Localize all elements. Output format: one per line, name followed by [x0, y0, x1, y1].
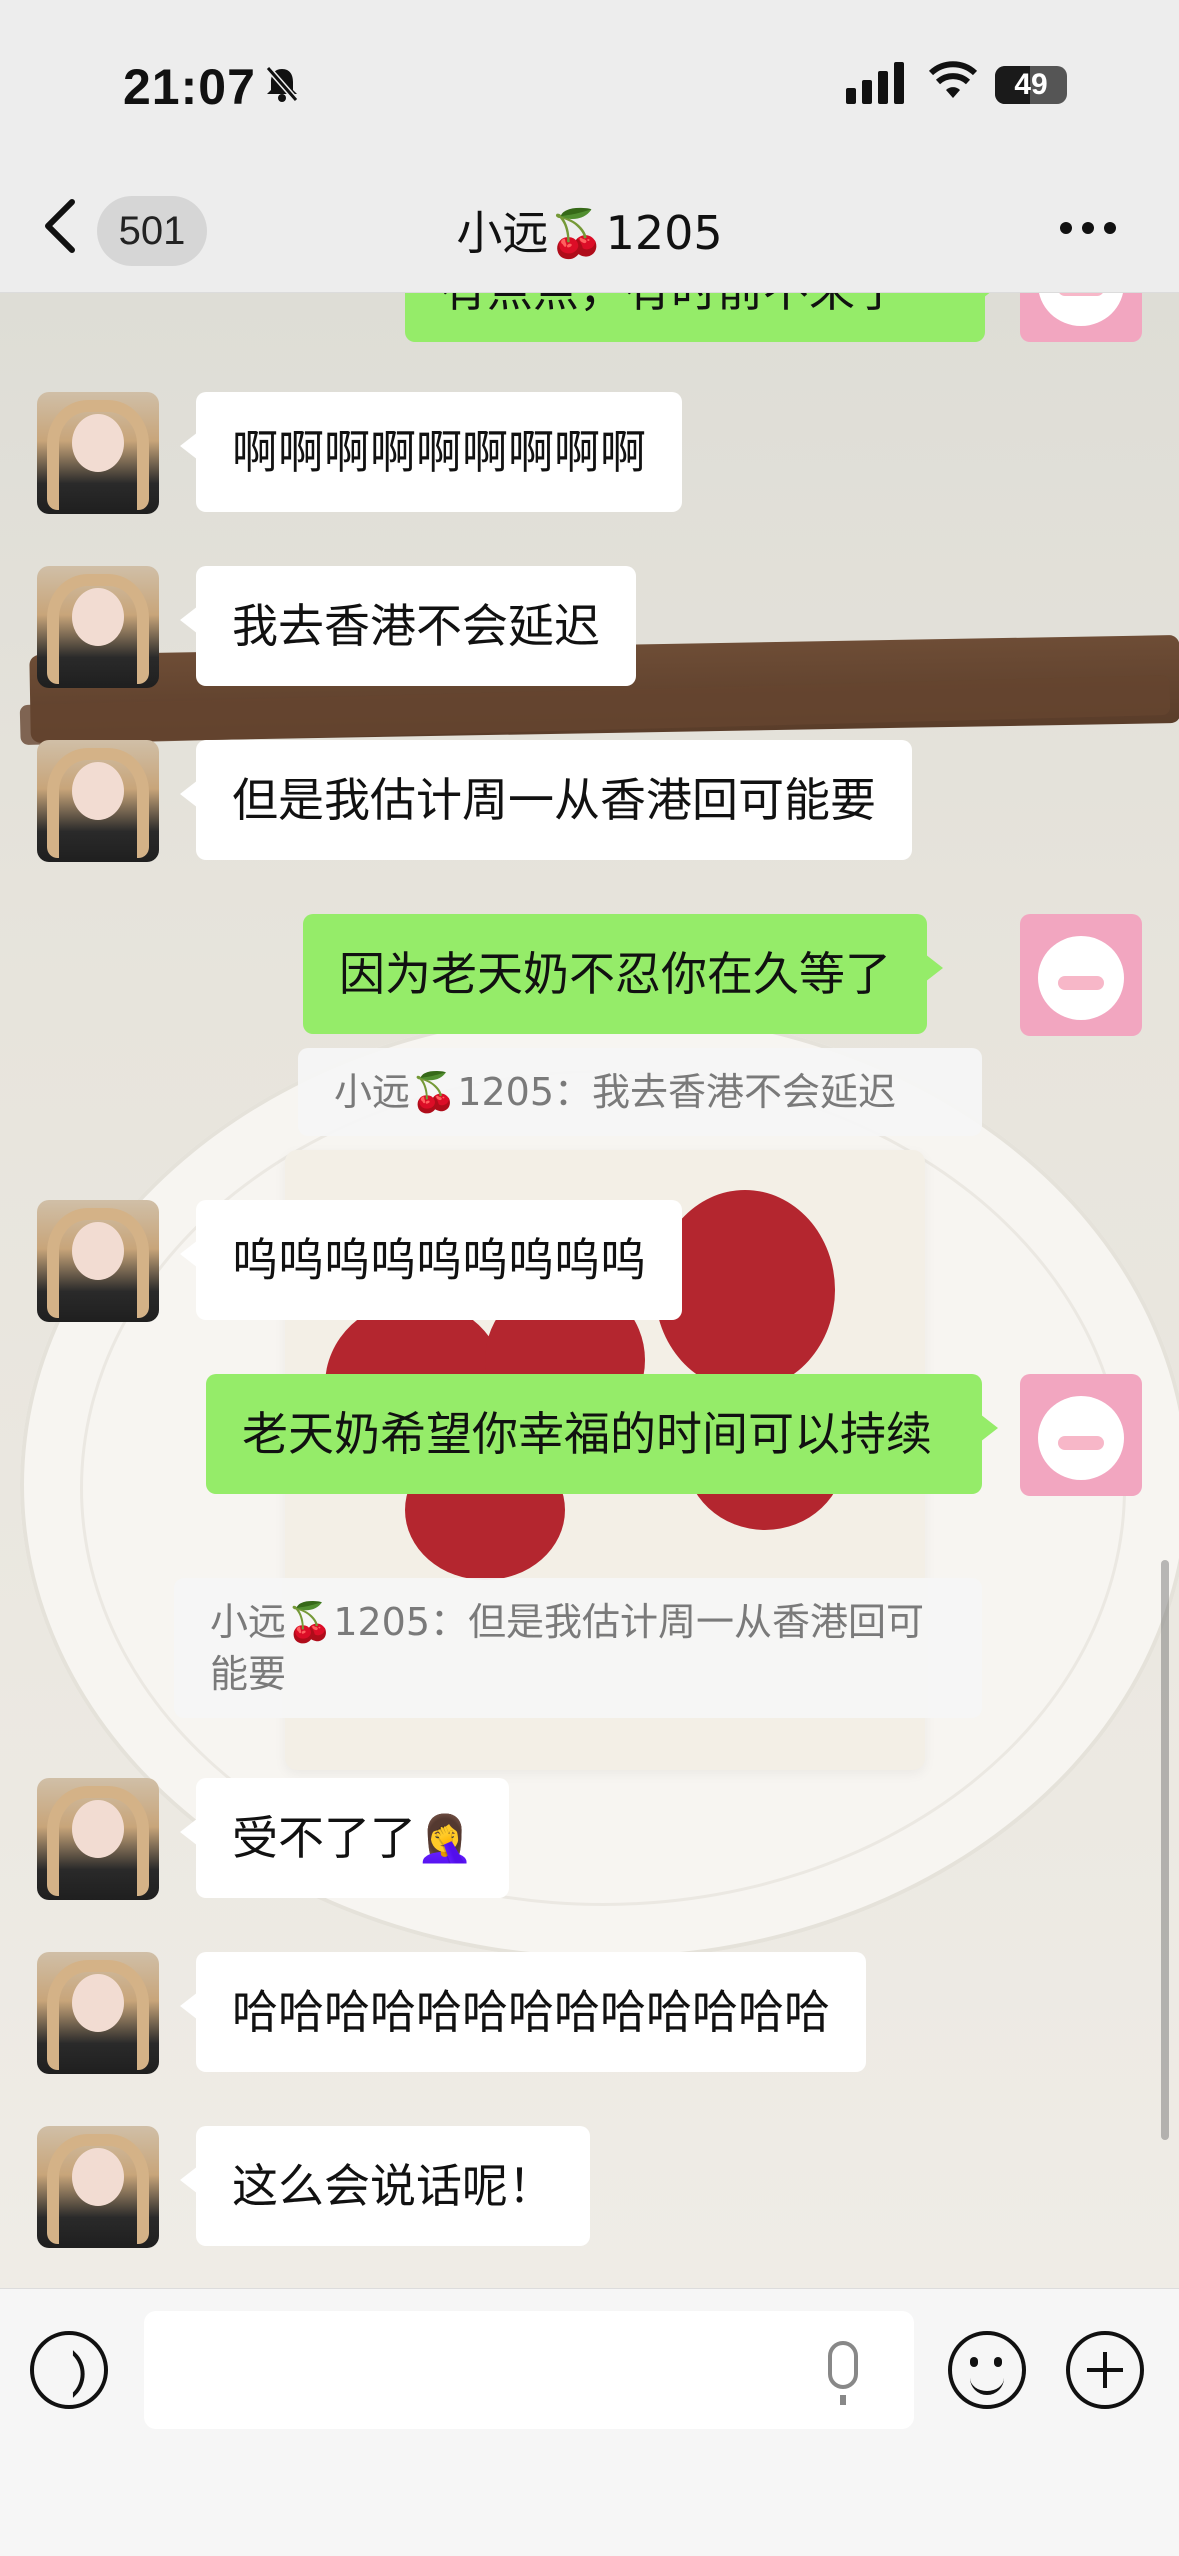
wifi-icon	[928, 61, 978, 98]
message-text: 老天奶希望你幸福的时间可以持续	[242, 1407, 932, 1461]
quoted-text: 小远🍒1205：但是我估计周一从香港回可能要	[210, 1600, 925, 1696]
more-button[interactable]	[1060, 222, 1120, 242]
quoted-message[interactable]: 小远🍒1205：我去香港不会延迟	[298, 1048, 982, 1136]
battery-icon: 49	[995, 66, 1067, 104]
my-avatar[interactable]	[1020, 1374, 1142, 1496]
message-text: 这么会说话呢！	[232, 2159, 554, 2213]
message-bubble-incoming[interactable]: 但是我估计周一从香港回可能要	[180, 740, 912, 860]
battery-percent: 49	[1014, 68, 1048, 101]
contact-avatar[interactable]	[37, 1200, 159, 1322]
contact-avatar[interactable]	[37, 1952, 159, 2074]
message-bubble-incoming[interactable]: 这么会说话呢！	[180, 2126, 590, 2246]
message-text: 受不了了🤦‍♀️	[232, 1811, 474, 1865]
chat-screen: 21:07 49 501 小远🍒1205 啊啊啊啊啊啊啊啊啊 我去香港不会延迟 …	[0, 0, 1179, 2556]
message-bubble-incoming[interactable]: 啊啊啊啊啊啊啊啊啊	[180, 392, 682, 512]
quoted-text: 小远🍒1205：我去香港不会延迟	[334, 1070, 897, 1114]
chat-title: 小远🍒1205	[456, 206, 723, 260]
message-text: 呜呜呜呜呜呜呜呜呜	[232, 1233, 646, 1287]
message-text: 我去香港不会延迟	[232, 599, 600, 653]
my-avatar[interactable]	[1020, 914, 1142, 1036]
contact-avatar[interactable]	[37, 740, 159, 862]
contact-avatar[interactable]	[37, 1778, 159, 1900]
message-text: 哈哈哈哈哈哈哈哈哈哈哈哈哈	[232, 1985, 830, 2039]
bell-muted-icon	[265, 66, 299, 102]
message-bubble-incoming[interactable]: 呜呜呜呜呜呜呜呜呜	[180, 1200, 682, 1320]
contact-avatar[interactable]	[37, 566, 159, 688]
quoted-message[interactable]: 小远🍒1205：但是我估计周一从香港回可能要	[174, 1578, 982, 1718]
emoji-button[interactable]	[948, 2331, 1026, 2409]
message-text: 因为老天奶不忍你在久等了	[339, 947, 891, 1001]
chat-nav-bar-cover: 501 小远🍒1205	[0, 170, 1179, 293]
more-dots-icon	[1060, 222, 1072, 234]
contact-avatar[interactable]	[37, 392, 159, 514]
message-input-bar	[0, 2288, 1179, 2556]
microphone-icon[interactable]	[828, 2341, 858, 2405]
status-time: 21:07	[123, 59, 256, 115]
status-bar: 21:07 49	[0, 0, 1179, 170]
message-input[interactable]	[144, 2311, 914, 2429]
message-bubble-outgoing[interactable]: 因为老天奶不忍你在久等了	[303, 914, 943, 1034]
message-bubble-incoming[interactable]: 我去香港不会延迟	[180, 566, 636, 686]
signal-icon	[846, 58, 904, 104]
message-bubble-incoming[interactable]: 受不了了🤦‍♀️	[179, 1778, 510, 1898]
more-actions-button[interactable]	[1066, 2331, 1144, 2409]
message-text: 啊啊啊啊啊啊啊啊啊	[232, 425, 646, 479]
contact-avatar[interactable]	[37, 2126, 159, 2248]
message-bubble-outgoing[interactable]: 老天奶希望你幸福的时间可以持续	[206, 1374, 998, 1494]
voice-mode-button[interactable]	[30, 2331, 108, 2409]
chat-scrollbar[interactable]	[1161, 1560, 1169, 2140]
message-text: 但是我估计周一从香港回可能要	[232, 773, 876, 827]
message-bubble-incoming[interactable]: 哈哈哈哈哈哈哈哈哈哈哈哈哈	[180, 1952, 866, 2072]
